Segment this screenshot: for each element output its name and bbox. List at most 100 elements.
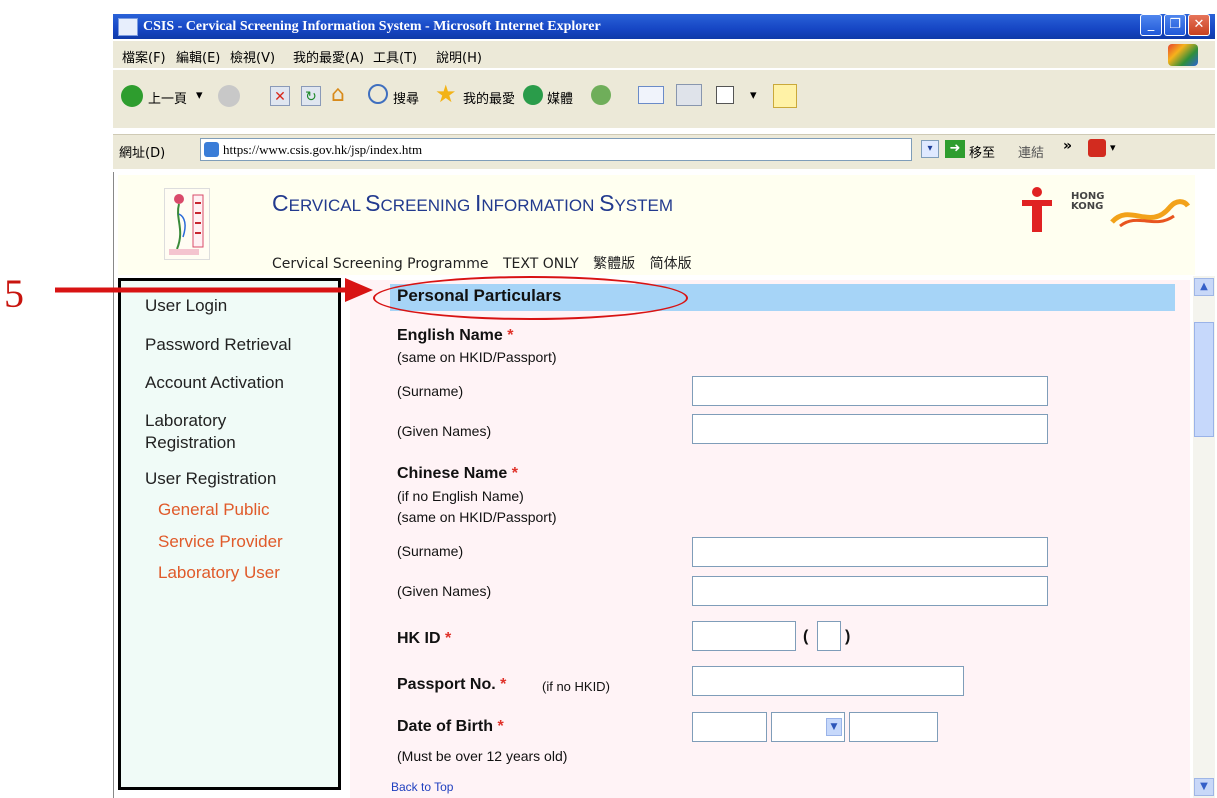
hkid-label: HK ID * bbox=[397, 630, 452, 647]
menu-file[interactable]: 檔案(F) bbox=[122, 47, 166, 66]
maximize-button[interactable]: ❐ bbox=[1164, 14, 1186, 36]
print-icon[interactable] bbox=[676, 84, 702, 106]
menu-tools[interactable]: 工具(T) bbox=[373, 47, 417, 66]
chinese-name-label: Chinese Name * bbox=[397, 465, 518, 482]
media-icon[interactable] bbox=[523, 85, 543, 105]
sidebar-subitem-service-provider[interactable]: Service Provider bbox=[158, 532, 283, 552]
sidebar-item-password-retrieval[interactable]: Password Retrieval bbox=[145, 335, 291, 355]
go-button[interactable]: 移至 bbox=[969, 142, 995, 161]
links-chevron-icon[interactable]: » bbox=[1063, 138, 1072, 154]
search-button[interactable]: 搜尋 bbox=[393, 88, 419, 107]
sidebar-item-user-registration[interactable]: User Registration bbox=[145, 469, 276, 489]
site-title: CERVICAL SCREENING INFORMATION SYSTEM bbox=[272, 190, 674, 216]
dob-year-input[interactable] bbox=[849, 712, 938, 742]
refresh-icon[interactable]: ↻ bbox=[301, 86, 321, 106]
media-button[interactable]: 媒體 bbox=[547, 88, 573, 107]
minimize-button[interactable]: _ bbox=[1140, 14, 1162, 36]
chinese-surname-label: (Surname) bbox=[397, 543, 464, 559]
scroll-down-icon[interactable]: ▼ bbox=[1194, 778, 1214, 796]
chinese-given-names-input[interactable] bbox=[692, 576, 1048, 606]
english-surname-label: (Surname) bbox=[397, 383, 464, 399]
discuss-note-icon[interactable] bbox=[773, 84, 797, 108]
menu-edit[interactable]: 編輯(E) bbox=[176, 47, 220, 66]
hkid-check-digit-input[interactable] bbox=[817, 621, 841, 651]
mail-icon[interactable] bbox=[638, 86, 664, 104]
required-asterisk: * bbox=[507, 327, 514, 344]
sidebar-subitem-laboratory-user[interactable]: Laboratory User bbox=[158, 563, 280, 583]
forward-arrow-icon[interactable] bbox=[218, 85, 240, 107]
csis-logo-icon bbox=[169, 194, 204, 255]
toolbar: 上一頁 ▾ ✕ ↻ ⌂ 搜尋 ★ 我的最愛 媒體 ▾ bbox=[113, 69, 1215, 128]
dob-label: Date of Birth * bbox=[397, 718, 504, 735]
back-to-top-link[interactable]: Back to Top bbox=[391, 780, 453, 794]
hong-kong-dragon-icon bbox=[1110, 199, 1190, 228]
window-title-bar: CSIS - Cervical Screening Information Sy… bbox=[113, 14, 1215, 39]
favorites-star-icon[interactable]: ★ bbox=[435, 82, 457, 106]
passport-label: Passport No. * bbox=[397, 676, 507, 693]
english-name-label: English Name * bbox=[397, 327, 514, 344]
english-given-names-label: (Given Names) bbox=[397, 423, 492, 439]
chevron-down-icon[interactable]: ▼ bbox=[826, 718, 842, 736]
passport-note: (if no HKID) bbox=[542, 679, 610, 694]
close-button[interactable]: ✕ bbox=[1188, 14, 1210, 36]
back-arrow-icon[interactable] bbox=[121, 85, 143, 107]
go-arrow-icon[interactable]: ➜ bbox=[945, 140, 965, 158]
english-given-names-input[interactable] bbox=[692, 414, 1048, 444]
stop-icon[interactable]: ✕ bbox=[270, 86, 290, 106]
search-icon[interactable] bbox=[368, 84, 388, 104]
hong-kong-brand-text: HONG KONG bbox=[1071, 191, 1105, 212]
annotation-highlight-oval bbox=[373, 276, 688, 320]
english-name-note: (same on HKID/Passport) bbox=[397, 349, 557, 365]
address-input[interactable]: https://www.csis.gov.hk/jsp/index.htm bbox=[200, 138, 912, 161]
required-asterisk: * bbox=[445, 630, 452, 647]
chinese-given-names-label: (Given Names) bbox=[397, 583, 492, 599]
dob-note: (Must be over 12 years old) bbox=[397, 748, 568, 764]
acrobat-icon[interactable] bbox=[1088, 139, 1106, 157]
scroll-up-icon[interactable]: ▲ bbox=[1194, 278, 1214, 296]
sidebar-item-laboratory-registration-line2[interactable]: Registration bbox=[145, 433, 236, 453]
ie-page-icon bbox=[118, 18, 138, 36]
link-traditional-chinese[interactable]: 繁體版 bbox=[593, 256, 635, 272]
sidebar-subitem-general-public[interactable]: General Public bbox=[158, 500, 270, 520]
link-text-only[interactable]: TEXT ONLY bbox=[503, 256, 579, 272]
required-asterisk: * bbox=[497, 718, 504, 735]
chinese-surname-input[interactable] bbox=[692, 537, 1048, 567]
chinese-name-note1: (if no English Name) bbox=[397, 488, 524, 504]
link-simplified-chinese[interactable]: 简体版 bbox=[650, 256, 692, 272]
annotation-step-number: 5 bbox=[4, 271, 24, 316]
hkid-input[interactable] bbox=[692, 621, 796, 651]
chinese-name-note2: (same on HKID/Passport) bbox=[397, 509, 557, 525]
sidebar-item-account-activation[interactable]: Account Activation bbox=[145, 373, 284, 393]
sidebar-item-laboratory-registration[interactable]: Laboratory bbox=[145, 411, 226, 431]
link-cervical-screening-programme[interactable]: Cervical Screening Programme bbox=[272, 256, 489, 272]
back-button[interactable]: 上一頁 bbox=[148, 88, 187, 107]
required-asterisk: * bbox=[511, 465, 518, 482]
favorites-button[interactable]: 我的最愛 bbox=[463, 88, 515, 107]
edit-dropdown-icon[interactable]: ▾ bbox=[750, 88, 757, 103]
links-label[interactable]: 連結 bbox=[1018, 142, 1044, 161]
window-title: CSIS - Cervical Screening Information Sy… bbox=[143, 19, 601, 34]
english-surname-input[interactable] bbox=[692, 376, 1048, 406]
dob-day-input[interactable] bbox=[692, 712, 767, 742]
home-icon[interactable]: ⌂ bbox=[331, 84, 355, 106]
menu-favorites[interactable]: 我的最愛(A) bbox=[293, 47, 364, 66]
hkid-paren-close: ) bbox=[845, 628, 851, 645]
acrobat-dropdown-icon[interactable]: ▾ bbox=[1110, 141, 1116, 154]
history-icon[interactable] bbox=[591, 85, 611, 105]
edit-word-icon[interactable] bbox=[716, 86, 734, 104]
windows-logo-icon bbox=[1168, 44, 1198, 66]
passport-input[interactable] bbox=[692, 666, 964, 696]
menu-view[interactable]: 檢視(V) bbox=[230, 47, 275, 66]
scrollbar-thumb[interactable] bbox=[1194, 322, 1214, 437]
menu-help[interactable]: 說明(H) bbox=[436, 47, 482, 66]
back-dropdown-icon[interactable]: ▾ bbox=[196, 88, 203, 103]
address-label: 網址(D) bbox=[119, 146, 166, 161]
csis-logo bbox=[164, 188, 210, 260]
address-dropdown-icon[interactable]: ▾ bbox=[921, 140, 939, 158]
hkid-paren-open: ( bbox=[803, 628, 809, 645]
header-links: Cervical Screening Programme TEXT ONLY 繁… bbox=[272, 253, 702, 273]
annotation-arrow-icon bbox=[55, 278, 373, 302]
ie-page-icon-small bbox=[204, 142, 219, 157]
dob-month-select[interactable]: ▼ bbox=[771, 712, 845, 742]
required-asterisk: * bbox=[500, 676, 507, 693]
